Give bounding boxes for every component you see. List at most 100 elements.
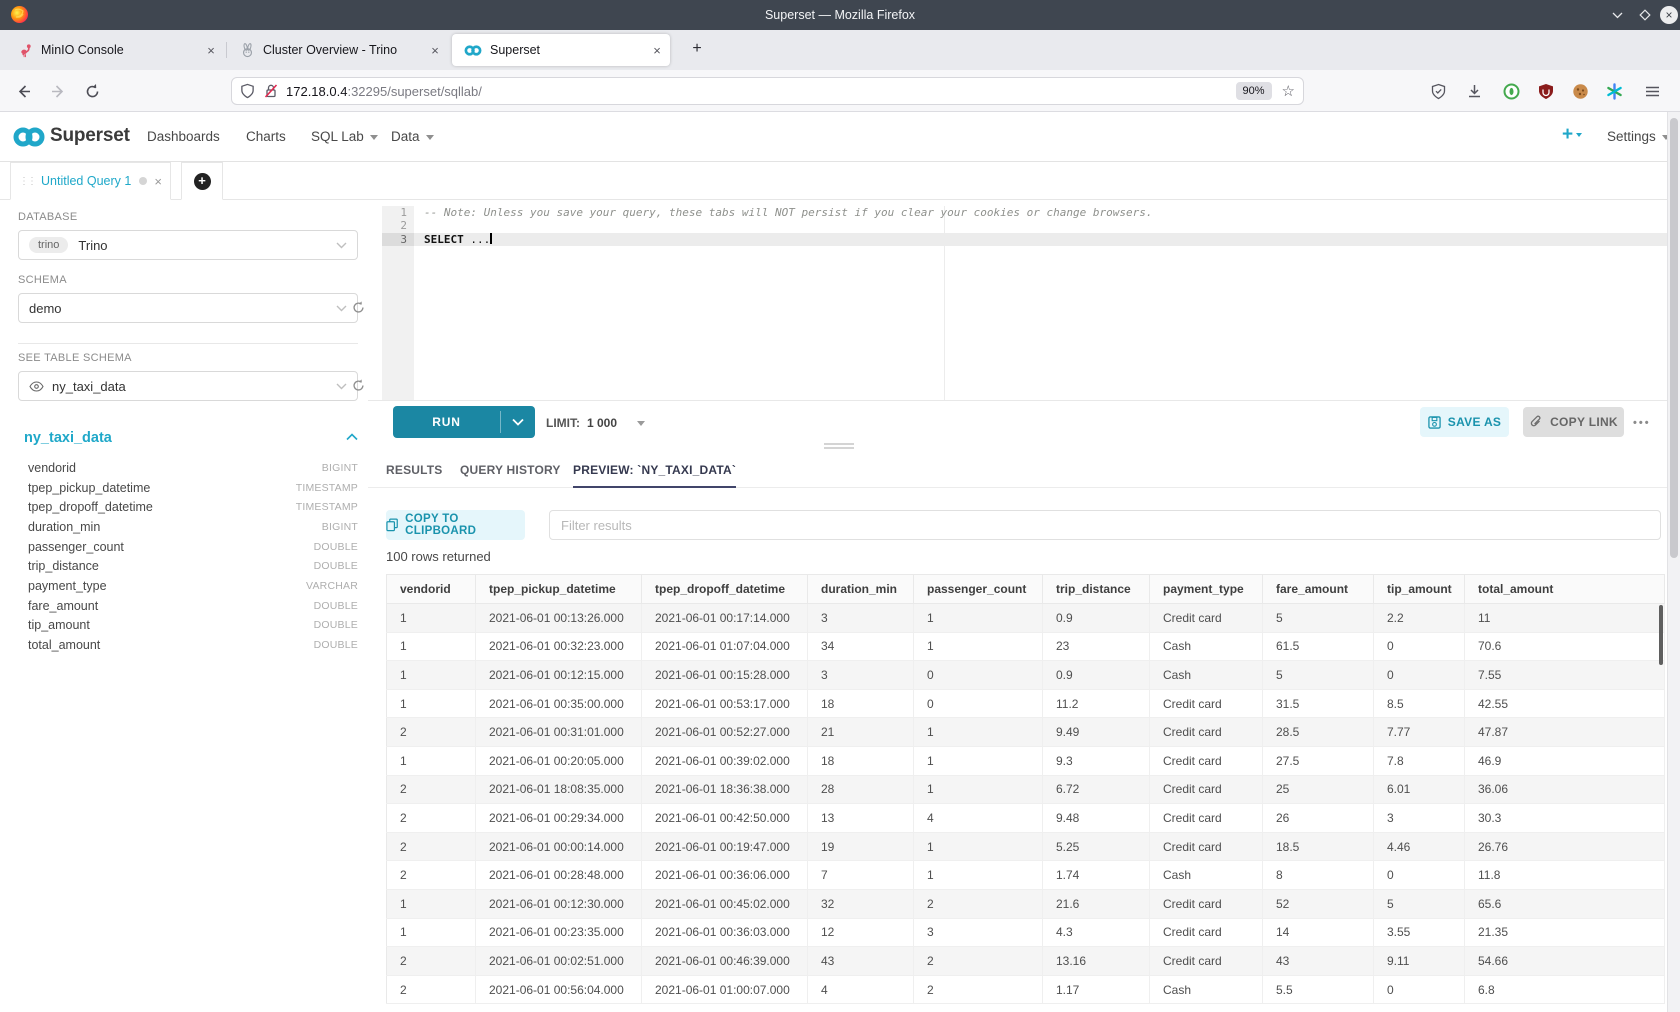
nav-item-data[interactable]: Data <box>391 129 434 144</box>
reload-icon[interactable] <box>84 83 101 100</box>
browser-tab-trino[interactable]: Cluster Overview - Trino × <box>232 34 444 66</box>
zoom-level-badge[interactable]: 90% <box>1236 82 1272 100</box>
copy-link-button[interactable]: COPY LINK <box>1523 407 1624 437</box>
window-minimize-button[interactable] <box>1608 6 1626 24</box>
extension-asterisk-icon[interactable] <box>1606 83 1623 100</box>
editor-toolbar: RUN LIMIT: 1 000 SAVE AS COPY LINK ••• <box>368 400 1667 444</box>
tracking-shield-icon[interactable] <box>240 83 255 99</box>
add-query-tab-button[interactable]: + <box>181 162 223 200</box>
window-maximize-button[interactable] <box>1636 6 1654 24</box>
query-tab-close-icon[interactable]: × <box>154 174 162 189</box>
page-scrollbar[interactable] <box>1667 112 1680 1012</box>
table-cell: 2.2 <box>1374 604 1465 633</box>
column-name: passenger_count <box>28 540 314 554</box>
shield-check-icon[interactable] <box>1430 83 1447 100</box>
browser-tab-minio[interactable]: MinIO Console × <box>10 34 220 66</box>
nav-item-dashboards[interactable]: Dashboards <box>147 129 220 144</box>
column-name: tpep_dropoff_datetime <box>28 500 296 514</box>
schema-column-row: passenger_countDOUBLE <box>28 537 358 557</box>
editor-line-3: SELECT ... <box>414 233 1680 246</box>
back-icon[interactable] <box>15 83 32 100</box>
nav-item-charts[interactable]: Charts <box>246 129 286 144</box>
tab-preview[interactable]: PREVIEW: `NY_TAXI_DATA` <box>573 455 736 488</box>
table-cell: Credit card <box>1150 775 1263 804</box>
tab-results[interactable]: RESULTS <box>386 455 443 488</box>
more-options-button[interactable]: ••• <box>1633 401 1651 445</box>
schema-select[interactable]: demo <box>18 293 358 323</box>
column-header-duration_min[interactable]: duration_min <box>808 575 914 604</box>
browser-tab-title: MinIO Console <box>41 43 202 57</box>
schema-table-name: ny_taxi_data <box>24 430 112 446</box>
table-cell: 3 <box>914 918 1043 947</box>
eye-icon <box>29 381 44 392</box>
database-badge: trino <box>29 237 68 253</box>
tab-close-icon[interactable]: × <box>648 43 666 58</box>
forward-icon[interactable] <box>50 83 67 100</box>
window-close-button[interactable]: × <box>1660 6 1678 24</box>
column-header-trip_distance[interactable]: trip_distance <box>1043 575 1150 604</box>
download-icon[interactable] <box>1466 83 1483 100</box>
table-cell: 43 <box>1263 947 1374 976</box>
menu-icon[interactable] <box>1644 83 1661 100</box>
table-cell: 21 <box>808 718 914 747</box>
save-as-button[interactable]: SAVE AS <box>1420 407 1509 437</box>
column-header-total_amount[interactable]: total_amount <box>1465 575 1665 604</box>
tab-query-history[interactable]: QUERY HISTORY <box>460 455 561 488</box>
table-cell: 2021-06-01 00:39:02.000 <box>642 746 808 775</box>
tab-close-icon[interactable]: × <box>202 43 220 58</box>
copy-to-clipboard-button[interactable]: COPY TO CLIPBOARD <box>386 510 525 540</box>
refresh-table-icon[interactable] <box>351 378 367 394</box>
table-schema-select[interactable]: ny_taxi_data <box>18 371 358 401</box>
chevron-down-icon <box>637 421 645 426</box>
nav-item-sql-lab[interactable]: SQL Lab <box>311 129 378 144</box>
table-cell: 2021-06-01 00:56:04.000 <box>476 975 642 1004</box>
column-header-fare_amount[interactable]: fare_amount <box>1263 575 1374 604</box>
insecure-lock-icon[interactable] <box>264 83 278 99</box>
chevron-up-icon[interactable] <box>346 433 358 441</box>
column-header-tpep_pickup_datetime[interactable]: tpep_pickup_datetime <box>476 575 642 604</box>
run-options-chevron-icon[interactable] <box>501 406 535 438</box>
table-cell: 1 <box>914 832 1043 861</box>
column-header-payment_type[interactable]: payment_type <box>1150 575 1263 604</box>
column-header-passenger_count[interactable]: passenger_count <box>914 575 1043 604</box>
new-tab-button[interactable]: + <box>686 39 708 61</box>
table-row: 22021-06-01 00:28:48.0002021-06-01 00:36… <box>387 861 1665 890</box>
browser-tab-superset[interactable]: Superset × <box>452 34 670 66</box>
column-header-vendorid[interactable]: vendorid <box>387 575 476 604</box>
sql-editor[interactable]: 1 2 3 -- Note: Unless you save your quer… <box>382 206 1680 400</box>
table-row: 12021-06-01 00:13:26.0002021-06-01 00:17… <box>387 604 1665 633</box>
run-button[interactable]: RUN <box>393 406 535 438</box>
bookmark-star-icon[interactable]: ☆ <box>1282 82 1295 100</box>
column-type: DOUBLE <box>314 560 358 572</box>
add-new-button[interactable]: + <box>1562 124 1582 146</box>
refresh-schema-icon[interactable] <box>351 300 367 316</box>
table-cell: 9.49 <box>1043 718 1150 747</box>
chevron-down-icon <box>336 383 347 390</box>
table-cell: 2021-06-01 00:28:48.000 <box>476 861 642 890</box>
page-scrollbar-thumb[interactable] <box>1670 118 1678 558</box>
column-header-tpep_dropoff_datetime[interactable]: tpep_dropoff_datetime <box>642 575 808 604</box>
database-select[interactable]: trino Trino <box>18 230 358 260</box>
settings-menu[interactable]: Settings <box>1607 129 1670 144</box>
table-cell: 2 <box>387 832 476 861</box>
column-header-tip_amount[interactable]: tip_amount <box>1374 575 1465 604</box>
table-row: 22021-06-01 00:00:14.0002021-06-01 00:19… <box>387 832 1665 861</box>
extension-green-icon[interactable] <box>1503 83 1520 100</box>
drag-handle-icon[interactable]: ⋮⋮ <box>19 176 35 187</box>
table-cell: 42.55 <box>1465 689 1665 718</box>
table-cell: 2021-06-01 01:07:04.000 <box>642 632 808 661</box>
table-scrollbar-thumb[interactable] <box>1659 605 1663 665</box>
table-cell: Credit card <box>1150 918 1263 947</box>
column-name: trip_distance <box>28 559 314 573</box>
ublock-shield-icon[interactable] <box>1538 83 1555 100</box>
table-cell: 30.3 <box>1465 804 1665 833</box>
tab-close-icon[interactable]: × <box>426 43 444 58</box>
pane-resize-handle[interactable] <box>824 443 854 451</box>
query-tab-active[interactable]: ⋮⋮ Untitled Query 1 × <box>10 162 171 200</box>
column-type: BIGINT <box>322 462 358 474</box>
limit-dropdown[interactable]: LIMIT: 1 000 <box>546 401 645 445</box>
filter-results-input[interactable] <box>549 510 1661 540</box>
cookie-icon[interactable] <box>1572 83 1589 100</box>
url-bar[interactable]: 172.18.0.4:32295/superset/sqllab/ 90% ☆ <box>231 77 1304 105</box>
table-cell: 2021-06-01 18:36:38.000 <box>642 775 808 804</box>
